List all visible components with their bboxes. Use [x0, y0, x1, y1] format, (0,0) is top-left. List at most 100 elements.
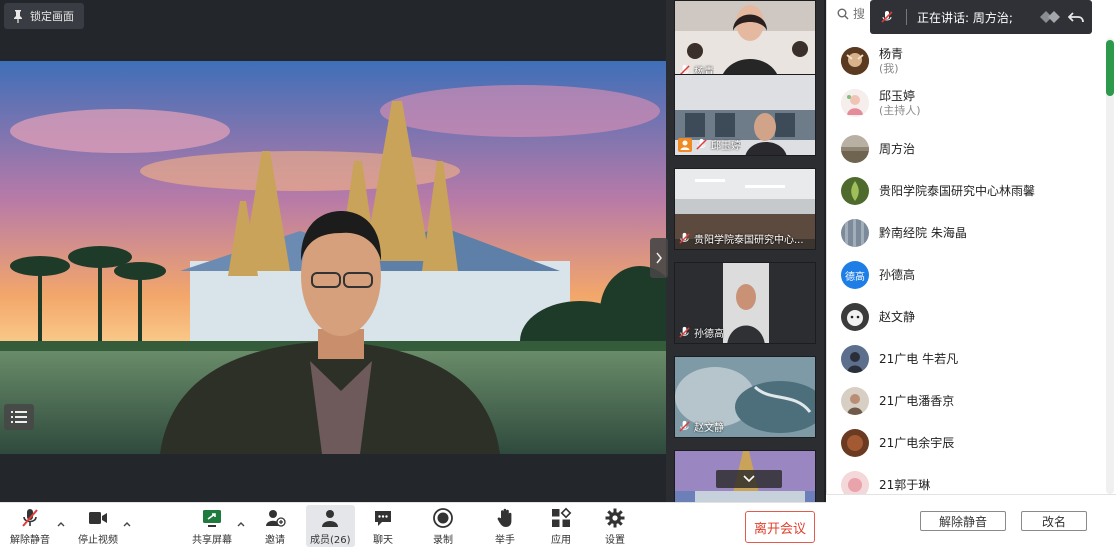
speaking-indicator: 正在讲话: 周方治;: [870, 0, 1092, 34]
members-label: 成员(26): [310, 535, 351, 546]
chat-button[interactable]: 聊天: [372, 507, 394, 547]
mic-muted-icon: [679, 326, 690, 338]
member-role: (主持人): [879, 103, 921, 117]
member-row[interactable]: 黔南经院 朱海晶: [841, 214, 967, 252]
scrollbar-thumb[interactable]: [1106, 40, 1114, 96]
thumbnail-label: 孙德高: [678, 325, 724, 340]
mic-muted-icon: [679, 420, 690, 432]
unmute-button[interactable]: 解除静音: [10, 507, 50, 547]
meeting-toolbar: 解除静音 停止视频 共享屏幕 邀请 成员(26) 聊天 录制 举手 应用 设置 …: [0, 502, 826, 548]
record-icon: [433, 508, 453, 528]
member-list-scrollbar[interactable]: [1106, 38, 1114, 494]
search-icon: [837, 8, 849, 20]
user-icon: [322, 510, 339, 527]
member-name: 黔南经院 朱海晶: [879, 225, 967, 240]
record-button[interactable]: 录制: [432, 507, 454, 547]
thumbnail-tile[interactable]: 杨青: [674, 0, 816, 82]
gear-icon: [605, 508, 625, 528]
avatar: [841, 303, 869, 331]
speaker-video-frame: [0, 61, 666, 454]
meeting-window: 锁定画面 杨青 邱玉婷 贵阳学院泰国研究中心... 孙德高 赵文静 解除静音 停…: [0, 0, 1116, 548]
avatar: [841, 219, 869, 247]
host-icon: [678, 137, 692, 152]
thumbnail-tile[interactable]: 邱玉婷: [674, 74, 816, 156]
lock-view-button[interactable]: 锁定画面: [4, 3, 84, 29]
invite-button[interactable]: 邀请: [264, 507, 286, 547]
mic-muted-icon: [679, 232, 690, 244]
mic-muted-icon: [881, 11, 893, 23]
stop-video-button[interactable]: 停止视频: [78, 507, 118, 547]
member-row[interactable]: 21广电潘香京: [841, 382, 954, 420]
member-name: 21郭于琳: [879, 477, 931, 492]
avatar: [841, 89, 869, 117]
apps-button[interactable]: 应用: [550, 507, 572, 547]
stop-video-label: 停止视频: [78, 535, 118, 546]
member-list: 杨青 (我) 邱玉婷 (主持人) 周方治 贵阳学院泰国研究中心林雨馨 黔南经院 朱海…: [827, 42, 1107, 494]
thumbnail-name: 邱玉婷: [711, 141, 741, 152]
list-icon: [11, 411, 27, 423]
pin-icon: [14, 10, 22, 23]
member-name: 邱玉婷: [879, 88, 916, 103]
record-label: 录制: [433, 535, 453, 546]
member-row[interactable]: 德高 孙德高: [841, 256, 915, 294]
unmute-label: 解除静音: [10, 535, 50, 546]
rename-button[interactable]: 改名: [1021, 511, 1087, 531]
thumbnail-tile[interactable]: 赵文静: [674, 356, 816, 438]
thumbnail-label: 邱玉婷: [678, 137, 741, 152]
member-name: 赵文静: [879, 309, 916, 324]
unmute-all-button[interactable]: 解除静音: [920, 511, 1006, 531]
active-speaker-video[interactable]: [0, 61, 666, 454]
avatar: [841, 47, 869, 75]
list-view-toggle[interactable]: [4, 404, 34, 430]
divider: [906, 9, 907, 25]
thumbnail-name: 孙德高: [694, 329, 724, 340]
members-panel-footer: 解除静音 改名: [826, 494, 1116, 548]
collapse-thumbnails-handle[interactable]: [650, 238, 668, 278]
lock-view-label: 锁定画面: [30, 10, 74, 23]
mic-muted-icon: [696, 138, 707, 150]
add-user-icon: [266, 510, 286, 527]
member-name: 孙德高: [879, 267, 916, 282]
invite-label: 邀请: [265, 535, 285, 546]
thumbnail-tile[interactable]: 孙德高: [674, 262, 816, 344]
chevron-down-icon: [743, 475, 755, 483]
member-row[interactable]: 赵文静: [841, 298, 915, 336]
member-name: 21广电 牛若凡: [879, 351, 959, 366]
chat-label: 聊天: [373, 535, 393, 546]
member-row[interactable]: 21郭于琳: [841, 466, 930, 494]
members-panel: 杨青(我) 邱玉婷(主持人) 周方治 贵阳学院泰国研究中心林雨馨 黔南经院 朱海…: [826, 0, 1116, 548]
member-name: 周方治: [879, 141, 916, 156]
members-button[interactable]: 成员(26): [306, 505, 355, 547]
avatar: [841, 135, 869, 163]
raise-hand-button[interactable]: 举手: [494, 507, 516, 547]
member-row[interactable]: 贵阳学院泰国研究中心林雨馨: [841, 172, 1035, 210]
member-name: 杨青: [879, 46, 904, 61]
video-camera-icon: [89, 512, 107, 524]
chevron-up-icon[interactable]: [56, 519, 66, 529]
chevron-up-icon[interactable]: [236, 519, 246, 529]
settings-button[interactable]: 设置: [604, 507, 626, 547]
chevron-up-icon[interactable]: [122, 519, 132, 529]
avatar: [841, 429, 869, 457]
share-screen-button[interactable]: 共享屏幕: [192, 507, 232, 547]
chat-icon: [375, 511, 391, 526]
undo-arrow-icon[interactable]: [1068, 9, 1084, 25]
layout-icon[interactable]: [1038, 8, 1064, 26]
member-role: (我): [879, 61, 899, 75]
leave-meeting-button[interactable]: 离开会议: [745, 511, 815, 543]
main-stage: 锁定画面: [0, 0, 666, 502]
thumbnail-tile[interactable]: 贵阳学院泰国研究中心...: [674, 168, 816, 250]
member-name: 21广电潘香京: [879, 393, 955, 408]
member-row[interactable]: 21广电 牛若凡: [841, 340, 958, 378]
apps-icon: [552, 507, 572, 527]
avatar: [841, 471, 869, 494]
member-row[interactable]: 周方治: [841, 130, 915, 168]
member-row[interactable]: 杨青 (我): [841, 42, 903, 80]
member-name: 贵阳学院泰国研究中心林雨馨: [879, 183, 1036, 198]
thumbnail-name: 贵阳学院泰国研究中心...: [694, 235, 804, 246]
raise-hand-label: 举手: [495, 535, 515, 546]
share-screen-icon: [203, 510, 221, 527]
member-row[interactable]: 21广电余宇辰: [841, 424, 954, 462]
thumbnails-scroll-down[interactable]: [716, 470, 782, 488]
member-row[interactable]: 邱玉婷 (主持人): [841, 84, 921, 122]
